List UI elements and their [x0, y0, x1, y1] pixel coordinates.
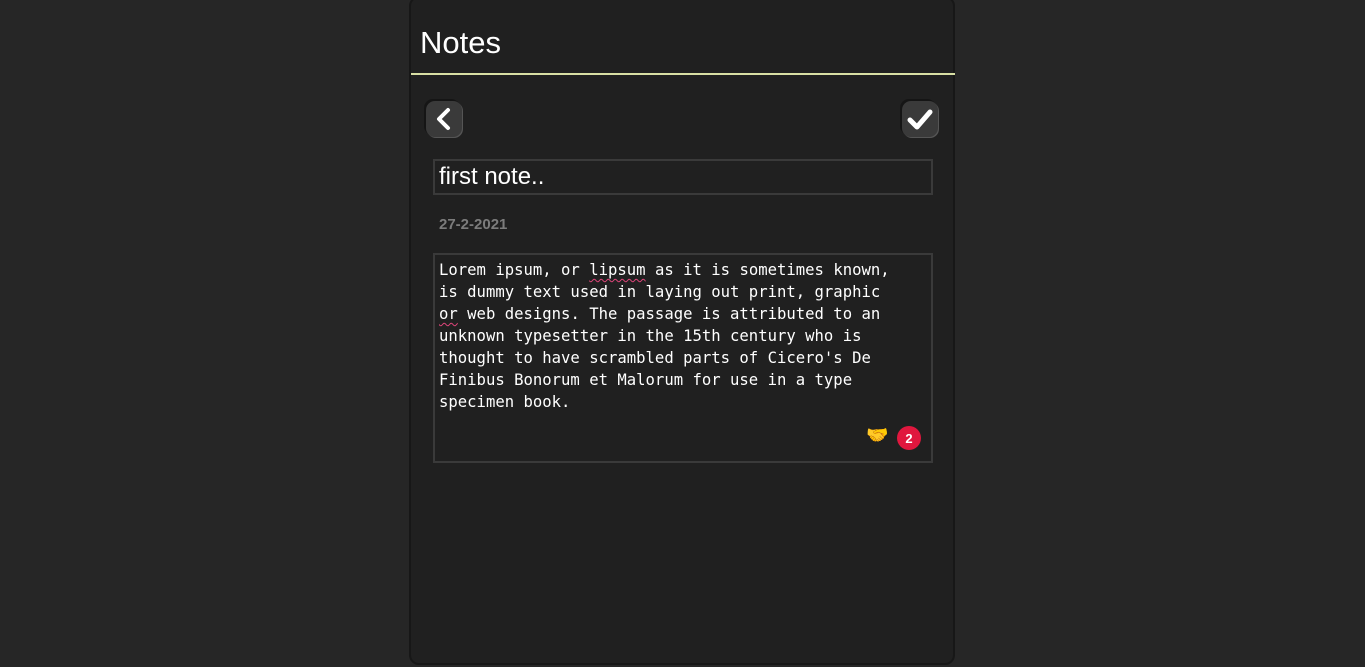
body-text-segment: Lorem ipsum, or: [439, 261, 590, 279]
extension-count-badge[interactable]: 2: [897, 426, 921, 450]
body-text-segment: web designs. The passage is attributed t…: [439, 305, 881, 411]
save-button[interactable]: [902, 101, 938, 137]
note-title-input[interactable]: [433, 159, 933, 195]
page-title: Notes: [420, 25, 501, 60]
back-button[interactable]: [426, 101, 462, 137]
checkmark-icon: [907, 109, 933, 130]
misspelled-word[interactable]: or: [439, 305, 458, 323]
handshake-icon[interactable]: 🤝: [866, 425, 888, 445]
app-header: Notes: [411, 0, 955, 75]
misspelled-word[interactable]: lipsum: [589, 261, 645, 279]
chevron-left-icon: [437, 108, 450, 130]
note-date: 27-2-2021: [439, 216, 508, 233]
note-body-textarea[interactable]: Lorem ipsum, or lipsum as it is sometime…: [433, 253, 933, 463]
note-body-text[interactable]: Lorem ipsum, or lipsum as it is sometime…: [439, 259, 919, 413]
notes-app-panel: Notes 27-2-2021 Lorem ipsum, or lipsum a…: [409, 0, 955, 665]
